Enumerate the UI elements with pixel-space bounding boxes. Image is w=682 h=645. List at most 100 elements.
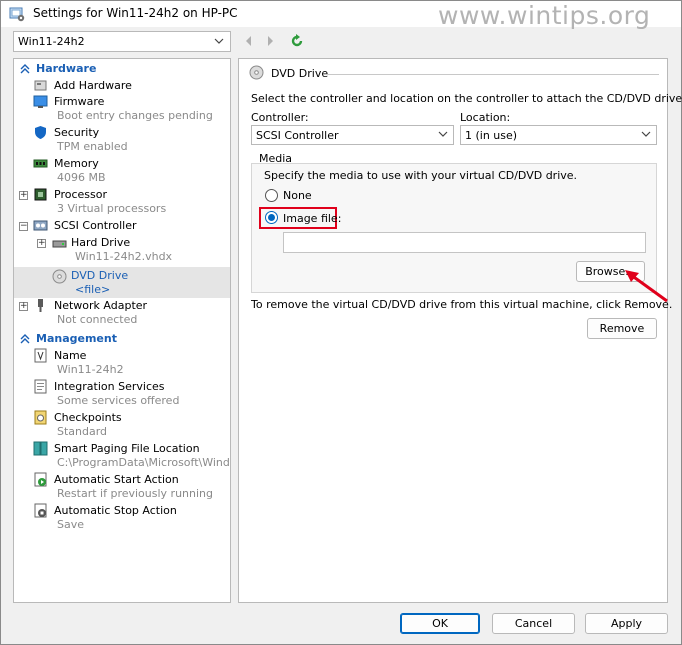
tree-item-label: Checkpoints bbox=[54, 411, 122, 424]
chevron-down-icon bbox=[214, 38, 224, 44]
tree-item-scsi-controller[interactable]: − SCSI Controller bbox=[14, 218, 230, 235]
none-radio[interactable] bbox=[265, 189, 278, 202]
expand-plus-icon[interactable]: + bbox=[19, 191, 28, 200]
tree-item-status: <file> bbox=[75, 283, 111, 296]
tree-item-firmware[interactable]: Firmware Boot entry changes pending bbox=[14, 94, 230, 124]
network-adapter-icon bbox=[38, 299, 43, 312]
tree-item-label: Firmware bbox=[54, 95, 105, 108]
name-icon bbox=[34, 348, 47, 363]
smart-paging-icon bbox=[33, 441, 48, 456]
collapse-double-chevron-icon bbox=[20, 64, 30, 74]
controller-value: SCSI Controller bbox=[256, 129, 339, 142]
tree-item-label: Integration Services bbox=[54, 380, 165, 393]
location-label: Location: bbox=[460, 111, 511, 124]
tree-item-label: Processor bbox=[54, 188, 107, 201]
remove-description: To remove the virtual CD/DVD drive from … bbox=[251, 298, 673, 311]
tree-item-name[interactable]: Name Win11-24h2 bbox=[14, 348, 230, 378]
tree-item-label: Security bbox=[54, 126, 100, 139]
forward-arrow-icon[interactable] bbox=[263, 34, 277, 48]
tree-item-security[interactable]: Security TPM enabled bbox=[14, 125, 230, 155]
automatic-start-icon bbox=[34, 472, 47, 487]
remove-button[interactable]: Remove bbox=[587, 318, 657, 339]
settings-window: Settings for Win11-24h2 on HP-PC www.win… bbox=[0, 0, 682, 645]
dvd-disc-icon bbox=[249, 65, 264, 80]
image-file-radio[interactable] bbox=[265, 211, 278, 224]
dvd-disc-icon bbox=[52, 269, 67, 284]
collapse-double-chevron-icon bbox=[20, 334, 30, 344]
tree-item-add-hardware[interactable]: Add Hardware bbox=[14, 78, 230, 94]
tree-item-checkpoints[interactable]: Checkpoints Standard bbox=[14, 410, 230, 440]
expand-plus-icon[interactable]: + bbox=[19, 302, 28, 311]
firmware-icon bbox=[33, 95, 48, 108]
tree-item-automatic-stop-action[interactable]: Automatic Stop Action Save bbox=[14, 503, 230, 533]
ok-button[interactable]: OK bbox=[400, 613, 480, 634]
tree-item-status: 3 Virtual processors bbox=[57, 202, 167, 215]
tree-item-label: DVD Drive bbox=[71, 269, 129, 282]
title-bar: Settings for Win11-24h2 on HP-PC www.win… bbox=[1, 1, 681, 30]
automatic-stop-icon bbox=[34, 503, 47, 518]
tree-item-status: C:\ProgramData\Microsoft\Windo... bbox=[57, 456, 231, 469]
hardware-header[interactable]: Hardware bbox=[14, 61, 230, 78]
tree-item-label: Name bbox=[54, 349, 87, 362]
location-dropdown[interactable]: 1 (in use) bbox=[460, 125, 657, 145]
media-description: Specify the media to use with your virtu… bbox=[264, 169, 578, 182]
memory-icon bbox=[33, 159, 48, 168]
integration-services-icon bbox=[34, 379, 47, 394]
controller-dropdown[interactable]: SCSI Controller bbox=[251, 125, 454, 145]
tree-item-label: Smart Paging File Location bbox=[54, 442, 200, 455]
location-value: 1 (in use) bbox=[465, 129, 518, 142]
dvd-description: Select the controller and location on th… bbox=[251, 92, 682, 105]
tree-item-label: Hard Drive bbox=[71, 236, 131, 249]
tree-item-status: Not connected bbox=[57, 313, 138, 326]
tree-item-status: Save bbox=[57, 518, 85, 531]
controller-label: Controller: bbox=[251, 111, 309, 124]
tree-item-status: Win11-24h2 bbox=[57, 363, 124, 376]
tree-item-status: Win11-24h2.vhdx bbox=[75, 250, 173, 263]
vm-selector-value: Win11-24h2 bbox=[18, 35, 85, 48]
tree-item-label: Network Adapter bbox=[54, 299, 148, 312]
tree-item-network-adapter[interactable]: + Network Adapter Not connected bbox=[14, 298, 230, 328]
none-radio-label[interactable]: None bbox=[283, 189, 312, 202]
tree-item-processor[interactable]: + Processor 3 Virtual processors bbox=[14, 187, 230, 217]
window-title: Settings for Win11-24h2 on HP-PC bbox=[33, 6, 238, 20]
add-hardware-icon bbox=[34, 80, 47, 91]
watermark: www.wintips.org bbox=[438, 1, 651, 30]
tree-item-label: Automatic Stop Action bbox=[54, 504, 177, 517]
title-divider bbox=[325, 74, 659, 75]
refresh-icon[interactable] bbox=[290, 34, 304, 48]
hard-drive-icon bbox=[52, 240, 67, 248]
tree-item-status: Some services offered bbox=[57, 394, 180, 407]
media-label: Media bbox=[259, 152, 293, 165]
cancel-button[interactable]: Cancel bbox=[492, 613, 575, 634]
tree-item-status: TPM enabled bbox=[57, 140, 128, 153]
collapse-minus-icon[interactable]: − bbox=[19, 222, 28, 231]
chevron-down-icon bbox=[438, 131, 448, 137]
tree-item-smart-paging[interactable]: Smart Paging File Location C:\ProgramDat… bbox=[14, 441, 230, 471]
shield-icon bbox=[35, 126, 46, 139]
tree-item-status: Boot entry changes pending bbox=[57, 109, 213, 122]
tree-item-hard-drive[interactable]: + Hard Drive Win11-24h2.vhdx bbox=[14, 235, 230, 265]
image-file-radio-label[interactable]: Image file: bbox=[283, 212, 341, 225]
hardware-header-label: Hardware bbox=[36, 62, 97, 75]
vm-selector-dropdown[interactable]: Win11-24h2 bbox=[13, 31, 231, 52]
tree-item-status: Restart if previously running bbox=[57, 487, 213, 500]
tree-item-status: Standard bbox=[57, 425, 108, 438]
annotation-arrow-icon bbox=[625, 270, 668, 303]
tree-item-status: 4096 MB bbox=[57, 171, 106, 184]
tree-item-label: Automatic Start Action bbox=[54, 473, 179, 486]
apply-button[interactable]: Apply bbox=[585, 613, 668, 634]
management-header-label: Management bbox=[36, 332, 117, 345]
panel-title: DVD Drive bbox=[271, 67, 329, 80]
management-header[interactable]: Management bbox=[14, 331, 230, 348]
image-file-path-input[interactable] bbox=[283, 232, 646, 253]
tree-item-automatic-start-action[interactable]: Automatic Start Action Restart if previo… bbox=[14, 472, 230, 502]
tree-item-integration-services[interactable]: Integration Services Some services offer… bbox=[14, 379, 230, 409]
tree-item-label: Add Hardware bbox=[54, 79, 132, 92]
hyperv-settings-icon bbox=[9, 7, 25, 22]
tree-item-label: SCSI Controller bbox=[54, 219, 137, 232]
expand-plus-icon[interactable]: + bbox=[37, 239, 46, 248]
scsi-controller-icon bbox=[33, 220, 48, 231]
tree-item-memory[interactable]: Memory 4096 MB bbox=[14, 156, 230, 186]
back-arrow-icon[interactable] bbox=[242, 34, 256, 48]
tree-item-dvd-drive[interactable]: DVD Drive <file> bbox=[14, 267, 230, 298]
